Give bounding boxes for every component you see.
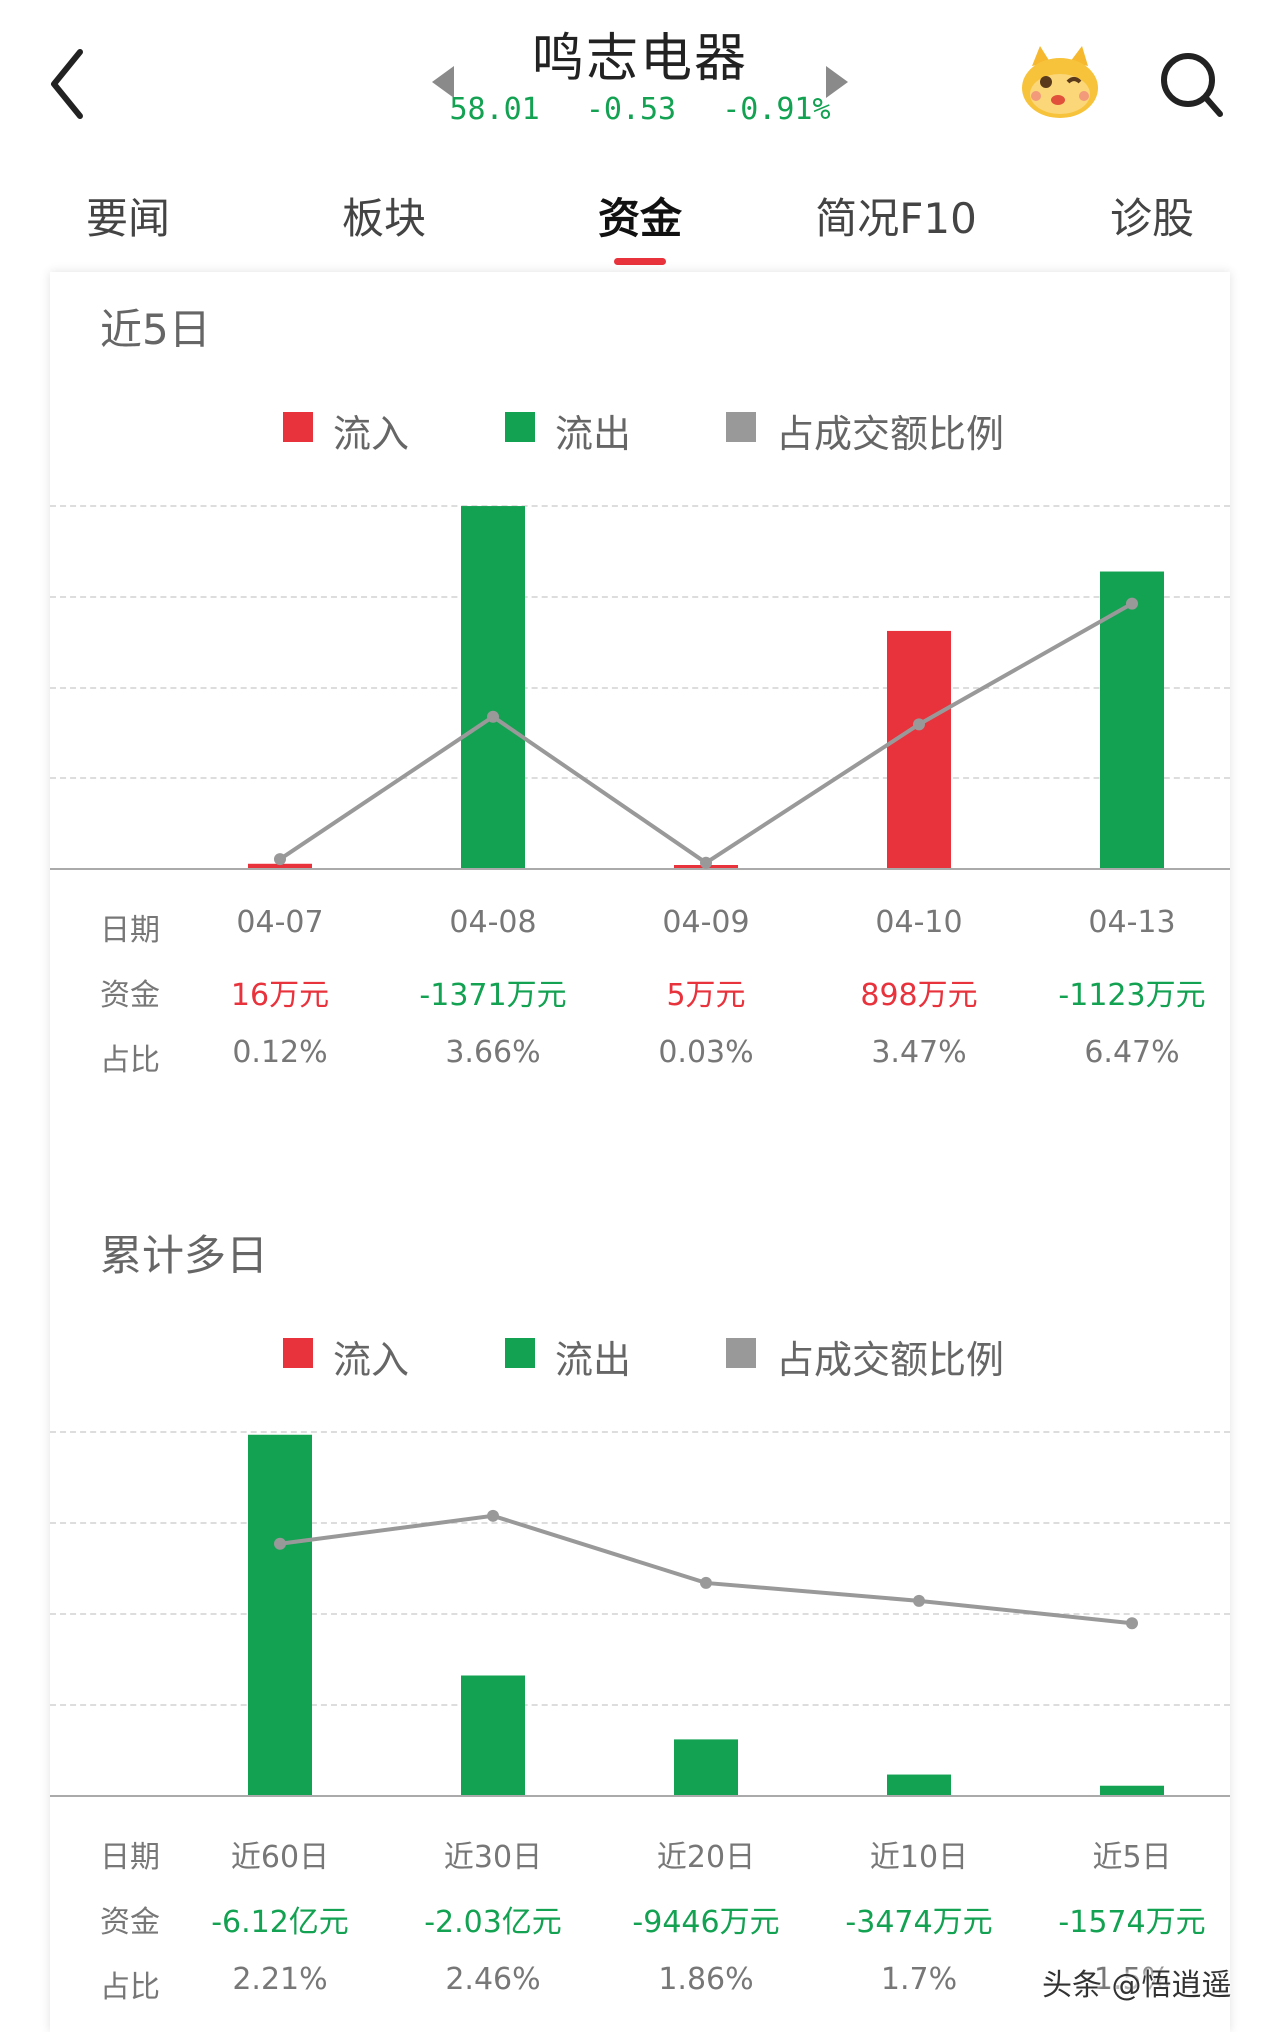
ratio-point: [700, 1576, 712, 1589]
row-label-ratio: 占比: [100, 1970, 160, 2005]
outflow-bar: [248, 1434, 312, 1795]
ratio-point: [487, 1509, 499, 1522]
outflow-bar: [461, 1675, 525, 1795]
amount-cell: -2.03亿元: [424, 1905, 562, 1940]
outflow-bar: [1100, 1785, 1164, 1795]
ratio-point: [274, 1537, 286, 1550]
amount-cell: -6.12亿元: [211, 1905, 349, 1940]
period-cell: 近30日: [443, 1840, 543, 1875]
amount-cell: -3474万元: [845, 1905, 993, 1940]
ratio-cell: 1.7%: [880, 1962, 958, 1997]
amount-cell: -9446万元: [632, 1905, 780, 1940]
ratio-line: [279, 1513, 1133, 1626]
period-cell: 近60日: [230, 1840, 330, 1875]
ratio-cell: 2.21%: [232, 1962, 328, 1997]
period-cell: 近20日: [656, 1840, 756, 1875]
row-label-date: 日期: [100, 1840, 160, 1875]
ratio-cell: 2.46%: [445, 1962, 541, 1997]
ratio-point: [1126, 1617, 1138, 1630]
outflow-bar: [674, 1739, 738, 1795]
period-cell: 近5日: [1092, 1840, 1172, 1875]
amount-cell: -1574万元: [1058, 1905, 1206, 1940]
watermark-text: 头条 @悟逍遥: [1042, 1968, 1232, 2003]
ratio-point: [913, 1594, 925, 1607]
period-cell: 近10日: [869, 1840, 969, 1875]
outflow-bar: [887, 1774, 951, 1795]
row-label-amount: 资金: [100, 1905, 160, 1940]
ratio-cell: 1.86%: [658, 1962, 754, 1997]
chart-cumulative: [248, 1434, 1164, 1795]
